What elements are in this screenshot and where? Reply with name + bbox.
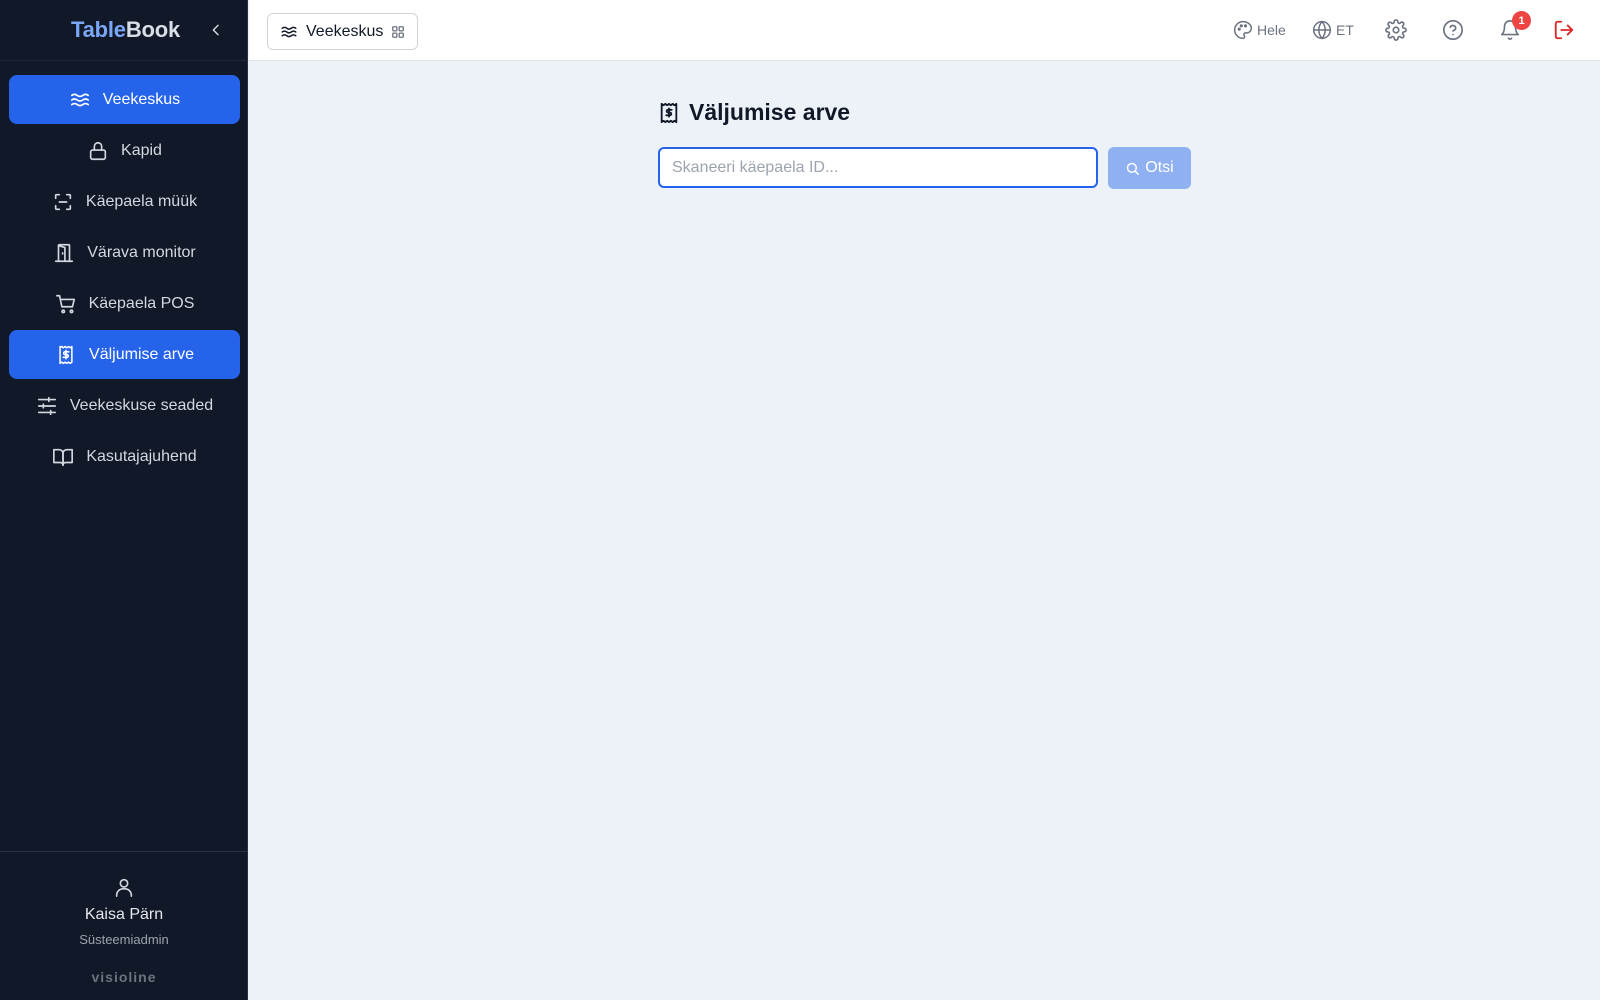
sidebar-item-kasutajajuhend[interactable]: Kasutajajuhend: [9, 432, 240, 481]
sidebar-item-veekeskus[interactable]: Veekeskus: [9, 75, 240, 124]
sidebar-item-label: Kasutajajuhend: [86, 447, 197, 465]
grid-icon: [391, 25, 405, 39]
search-button-label: Otsi: [1145, 159, 1174, 176]
sidebar-item-veekeskuse-seaded[interactable]: Veekeskuse seaded: [9, 381, 240, 430]
notification-badge: 1: [1512, 11, 1531, 30]
language-selector[interactable]: ET: [1312, 18, 1354, 42]
scan-icon: [52, 191, 74, 213]
brand-label: visioline: [91, 969, 157, 985]
sidebar-item-label: Veekeskus: [102, 90, 181, 108]
cart-icon: [55, 293, 77, 315]
sliders-icon: [36, 395, 58, 417]
receipt-icon: [55, 344, 77, 366]
top-bar: Veekeskus Hele ET 1: [249, 0, 1600, 61]
notifications-button[interactable]: 1: [1499, 11, 1531, 42]
waves-icon: [280, 23, 298, 41]
sidebar-item-label: Veekeskuse seaded: [69, 396, 214, 414]
sidebar-header: TableBook: [0, 0, 248, 61]
help-circle-icon: [1442, 19, 1464, 41]
receipt-icon: [658, 101, 680, 125]
search-icon: [1125, 161, 1140, 176]
book-icon: [52, 446, 74, 468]
sidebar: TableBook Veekeskus Kapid Käepaela müük …: [0, 0, 248, 1000]
sidebar-item-label: Kapid: [121, 141, 162, 159]
sidebar-footer: Kaisa Pärn Süsteemiadmin visioline: [0, 851, 248, 1000]
sidebar-item-kaepaela-pos[interactable]: Käepaela POS: [9, 279, 240, 328]
logout-icon: [1553, 19, 1575, 41]
sidebar-item-label: Väljumise arve: [89, 345, 194, 363]
search-button[interactable]: Otsi: [1108, 147, 1191, 189]
door-icon: [53, 242, 75, 264]
app-logo: TableBook: [71, 17, 181, 42]
sidebar-item-valjumise-arve[interactable]: Väljumise arve: [9, 330, 240, 379]
sidebar-item-label: Värava monitor: [87, 243, 196, 261]
user-name: Kaisa Pärn: [84, 906, 164, 923]
globe-icon: [1312, 20, 1332, 40]
chevron-left-icon: [212, 24, 219, 36]
sidebar-item-label: Käepaela müük: [85, 192, 198, 210]
page-title: Väljumise arve: [658, 99, 850, 126]
language-label: ET: [1336, 22, 1354, 38]
sidebar-item-varava-monitor[interactable]: Värava monitor: [9, 228, 240, 277]
page-title-text: Väljumise arve: [689, 99, 851, 125]
gear-icon: [1385, 19, 1407, 41]
lock-icon: [87, 140, 109, 162]
waves-icon: [69, 89, 91, 111]
settings-button[interactable]: [1385, 18, 1411, 42]
module-label: Veekeskus: [306, 22, 384, 40]
theme-label: Hele: [1257, 22, 1286, 38]
sidebar-item-label: Käepaela POS: [88, 294, 195, 312]
logout-button[interactable]: [1553, 18, 1579, 42]
sidebar-item-kaepaela-muuk[interactable]: Käepaela müük: [9, 177, 240, 226]
palette-icon: [1233, 20, 1253, 40]
sidebar-item-kapid[interactable]: Kapid: [9, 126, 240, 175]
collapse-sidebar-button[interactable]: [206, 20, 226, 40]
user-role: Süsteemiadmin: [79, 932, 169, 947]
module-switcher-button[interactable]: Veekeskus: [267, 13, 419, 50]
sidebar-nav: Veekeskus Kapid Käepaela müük Värava mon…: [9, 75, 240, 483]
user-icon: [113, 875, 135, 899]
help-button[interactable]: [1442, 18, 1468, 42]
wristband-id-input[interactable]: [658, 147, 1098, 188]
theme-toggle[interactable]: Hele: [1233, 18, 1286, 42]
